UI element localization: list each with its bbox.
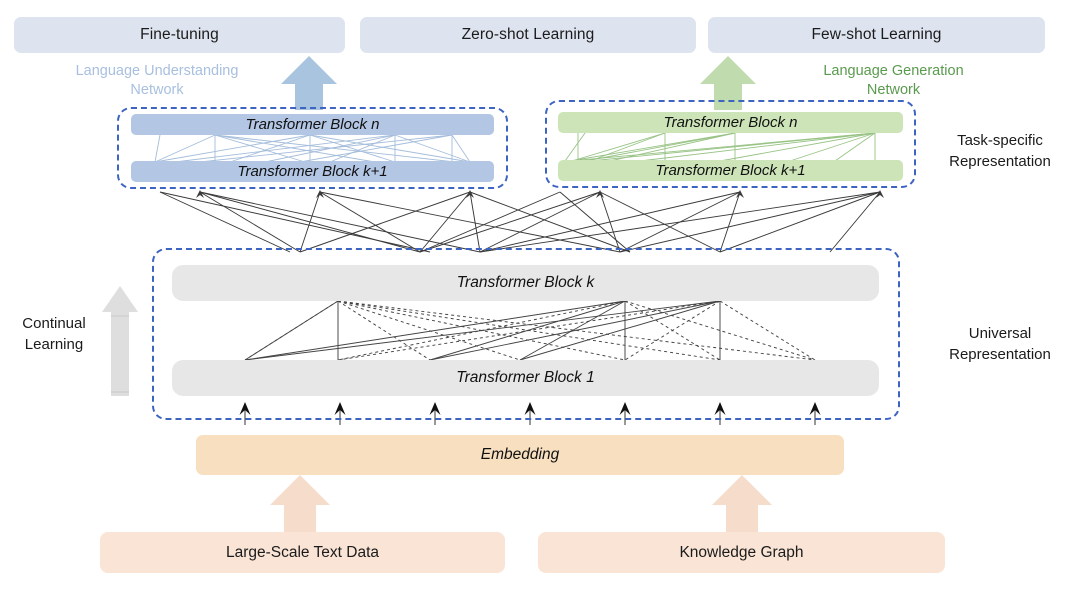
cl-line2: Learning — [24, 336, 84, 353]
up-arrow-gray-shape — [102, 286, 138, 396]
label-language-understanding-network: Language Understanding Network — [42, 62, 272, 100]
diagram-canvas: Fine-tuning Zero-shot Learning Few-shot … — [0, 0, 1080, 589]
task-label-few-shot: Few-shot Learning — [811, 26, 942, 43]
lgn-line1: Language Generation — [823, 63, 964, 79]
label-continual-learning: Continual Learning — [8, 313, 100, 355]
task-label-zero-shot: Zero-shot Learning — [461, 26, 595, 43]
block-universal-transformer-1[interactable]: Transformer Block 1 — [172, 360, 879, 396]
task-box-zero-shot[interactable]: Zero-shot Learning — [360, 17, 696, 53]
block-understanding-transformer-k-plus-1[interactable]: Transformer Block k+1 — [131, 161, 494, 182]
embedding-label: Embedding — [480, 446, 560, 463]
task-label-fine-tuning: Fine-tuning — [140, 26, 219, 43]
up-arrow-peach-right-shape — [712, 475, 772, 534]
block-label: Transformer Block 1 — [456, 369, 595, 386]
lun-line2: Network — [130, 82, 184, 98]
task-box-fine-tuning[interactable]: Fine-tuning — [14, 17, 345, 53]
block-generation-transformer-n[interactable]: Transformer Block n — [558, 112, 903, 133]
up-arrow-blue-shape — [281, 56, 337, 110]
label-language-generation-network: Language Generation Network — [786, 62, 1001, 100]
lgn-line2: Network — [866, 82, 921, 98]
ur-line2: Representation — [949, 346, 1051, 363]
lun-line1: Language Understanding — [75, 63, 239, 79]
cross-edge-arrowheads — [196, 190, 884, 198]
label-task-specific-representation: Task-specific Representation — [925, 130, 1075, 172]
block-label: Transformer Block n — [663, 114, 798, 131]
cl-line1: Continual — [22, 315, 86, 332]
cross-edge-group — [159, 191, 881, 253]
task-box-few-shot[interactable]: Few-shot Learning — [708, 17, 1045, 53]
block-generation-transformer-k-plus-1[interactable]: Transformer Block k+1 — [558, 160, 903, 181]
block-universal-transformer-k[interactable]: Transformer Block k — [172, 265, 879, 301]
data-box-label: Large-Scale Text Data — [225, 543, 380, 561]
label-universal-representation: Universal Representation — [925, 323, 1075, 365]
block-label: Transformer Block n — [245, 116, 380, 133]
block-label: Transformer Block k+1 — [237, 163, 388, 180]
block-understanding-transformer-n[interactable]: Transformer Block n — [131, 114, 494, 135]
data-box-label: Knowledge Graph — [679, 543, 804, 561]
tsr-line2: Representation — [949, 153, 1051, 170]
up-arrow-peach-left-shape — [270, 475, 330, 534]
ur-line1: Universal — [968, 325, 1032, 342]
data-box-knowledge-graph[interactable]: Knowledge Graph — [538, 532, 945, 573]
embedding-bar[interactable]: Embedding — [196, 435, 844, 475]
block-label: Transformer Block k — [456, 274, 595, 291]
block-label: Transformer Block k+1 — [655, 162, 806, 179]
tsr-line1: Task-specific — [957, 132, 1043, 149]
data-box-large-scale-text-data[interactable]: Large-Scale Text Data — [100, 532, 505, 573]
